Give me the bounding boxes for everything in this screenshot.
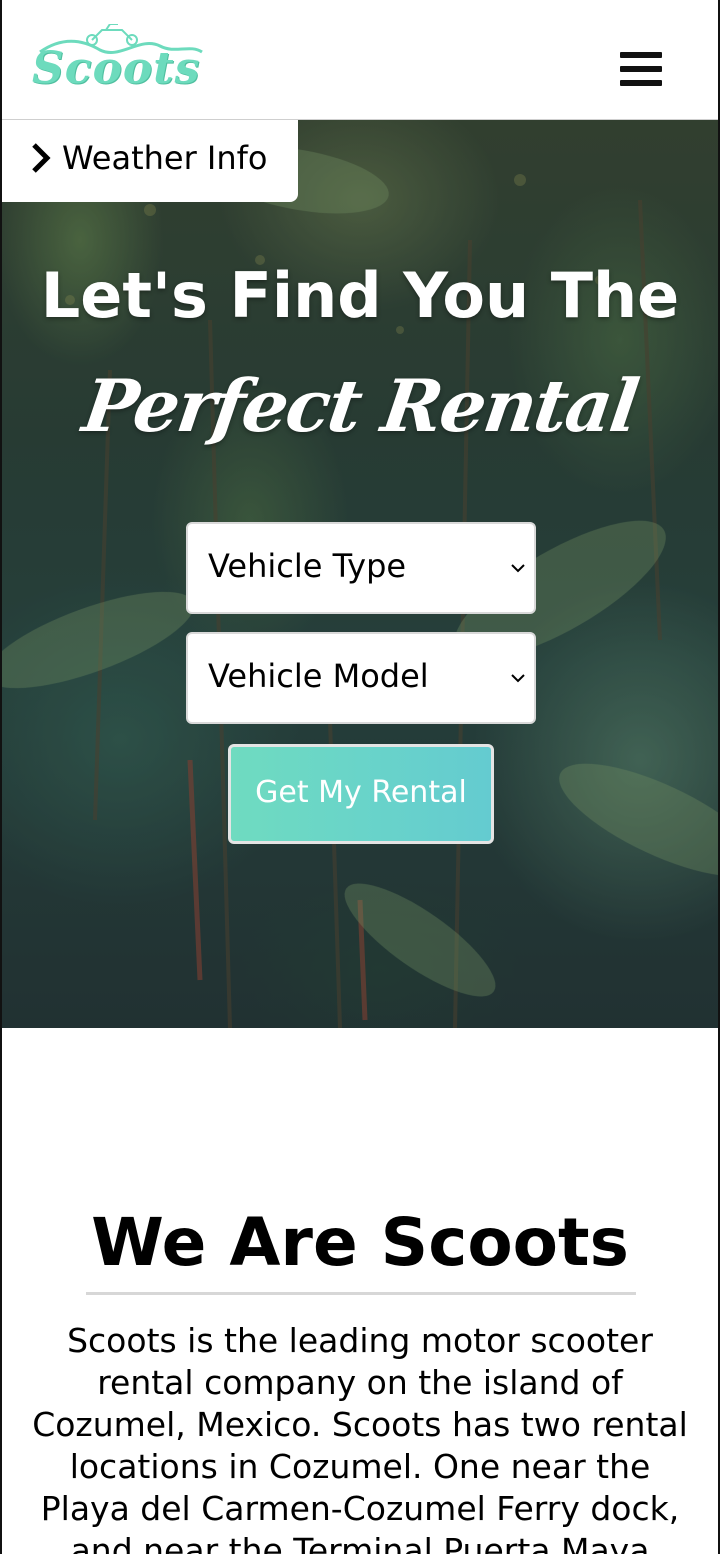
vehicle-model-value: Vehicle Model: [208, 657, 429, 695]
hero-headline-script: Perfect Rental: [78, 363, 643, 448]
hero-headline: Let's Find You The: [40, 259, 680, 332]
weather-info-label: Weather Info: [62, 139, 268, 177]
weather-info-toggle[interactable]: Weather Info: [0, 120, 298, 202]
about-title: We Are Scoots: [91, 1204, 629, 1281]
logo-wordmark: Scoots: [32, 43, 201, 94]
chevron-down-icon: [511, 674, 525, 683]
scoots-logo[interactable]: Scoots: [30, 24, 205, 96]
chevron-right-icon: [32, 143, 51, 173]
hero-section: Weather Info Let's Find You The Perfect …: [0, 120, 720, 1028]
vehicle-model-select[interactable]: Vehicle Model: [186, 632, 536, 724]
get-my-rental-label: Get My Rental: [255, 775, 467, 810]
vehicle-type-value: Vehicle Type: [208, 547, 407, 585]
chevron-down-icon: [511, 564, 525, 573]
hamburger-menu-icon[interactable]: [620, 52, 664, 90]
get-my-rental-button[interactable]: Get My Rental: [228, 744, 494, 844]
vehicle-type-select[interactable]: Vehicle Type: [186, 522, 536, 614]
about-divider: [86, 1292, 636, 1295]
about-description: Scoots is the leading motor scooter rent…: [32, 1321, 688, 1554]
site-header: Scoots: [0, 0, 720, 120]
